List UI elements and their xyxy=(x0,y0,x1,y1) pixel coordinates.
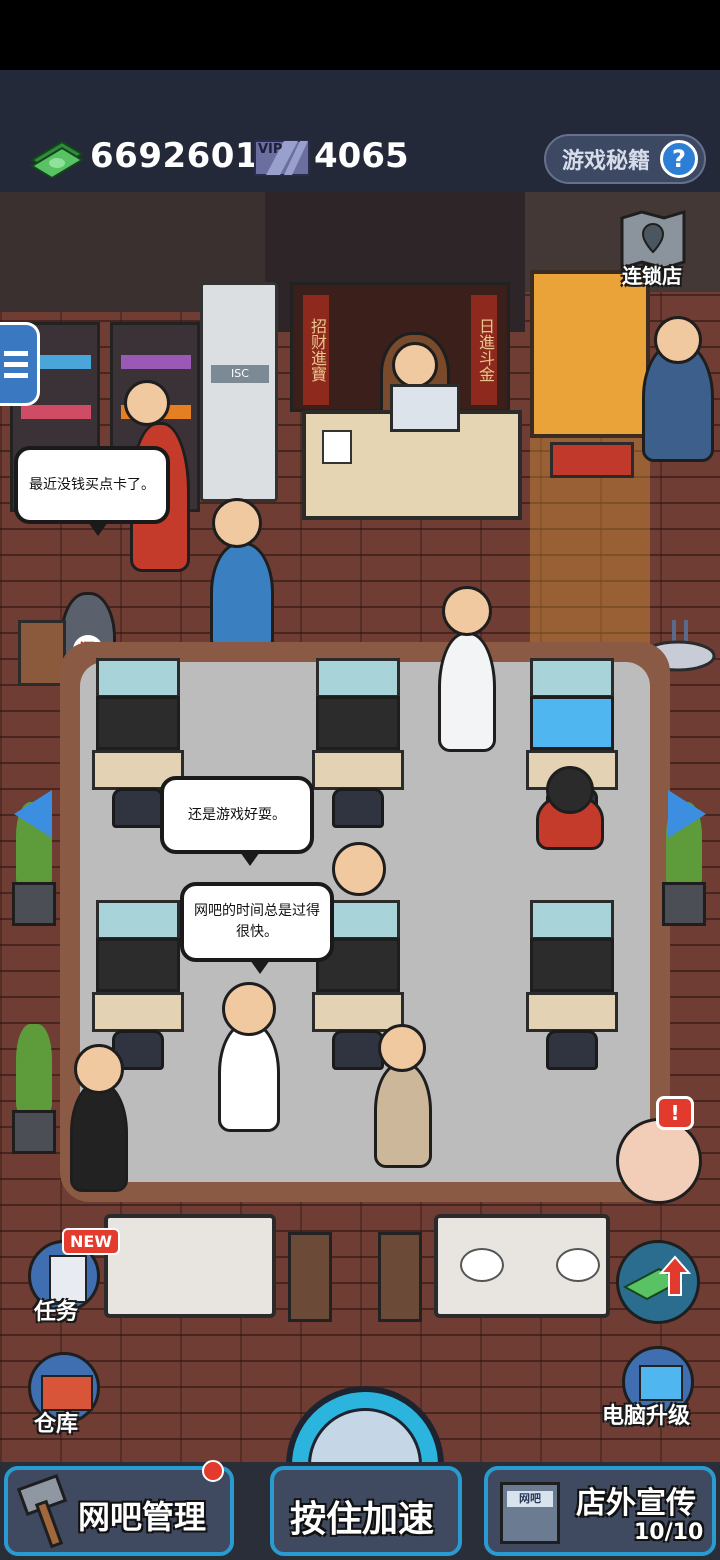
hammer-icon xyxy=(16,1474,68,1549)
pc-station[interactable] xyxy=(92,900,184,1070)
menu-icon xyxy=(4,351,28,378)
jersey-customer[interactable] xyxy=(70,1082,128,1192)
internet-cafe-scene: ISC 招财進寶 日進斗金 连锁店 最近没钱买点卡了。 还是游戏好耍。 网吧的时… xyxy=(0,192,720,1492)
front-counter[interactable] xyxy=(302,384,522,520)
right-arrow-icon[interactable] xyxy=(668,790,706,838)
dining-table[interactable] xyxy=(104,1214,276,1318)
outdoor-promotion-button[interactable]: 网吧 店外宣传 10/10 xyxy=(484,1466,716,1556)
sword-customer[interactable] xyxy=(218,1022,280,1132)
dining-table[interactable] xyxy=(434,1214,610,1318)
counter-monitor xyxy=(390,384,460,432)
qr-code-stand xyxy=(322,430,352,464)
shrine-couplet-right: 日進斗金 xyxy=(471,295,497,405)
cafe-staff[interactable] xyxy=(210,542,274,652)
chain-store-label: 连锁店 xyxy=(622,264,682,288)
pc-station[interactable] xyxy=(526,900,618,1070)
speech-bubble: 网吧的时间总是过得很快。 xyxy=(180,882,334,974)
swordsman-customer[interactable] xyxy=(374,1062,432,1168)
vip-points-value: 4065 xyxy=(314,136,409,176)
doctor-head xyxy=(442,586,492,636)
cash-icon xyxy=(30,140,84,178)
entrance-mat xyxy=(550,442,634,478)
gamer-head xyxy=(546,766,594,814)
kiosk xyxy=(18,620,66,686)
vip-label: VIP xyxy=(258,142,283,157)
air-conditioner: ISC xyxy=(200,282,278,502)
plant-decoration xyxy=(10,1024,58,1154)
warehouse-label: 仓库 xyxy=(34,1412,79,1437)
customer-head-glasses xyxy=(332,842,386,896)
swordsman-head xyxy=(378,1024,426,1072)
pc-upgrade-button[interactable]: 电脑升级 xyxy=(600,1342,716,1442)
cash-up-icon xyxy=(622,1255,692,1301)
new-badge: NEW xyxy=(62,1228,120,1255)
customer-head xyxy=(124,380,170,426)
status-bar xyxy=(0,0,720,70)
cafe-management-label: 网吧管理 xyxy=(78,1498,207,1536)
chain-store-button[interactable]: 连锁店 xyxy=(618,209,696,288)
promotion-count: 10/10 xyxy=(634,1520,704,1545)
ac-panel: ISC xyxy=(211,365,269,383)
doctor-customer[interactable] xyxy=(438,632,496,752)
entrance-door xyxy=(530,270,650,438)
guard-head xyxy=(654,316,702,364)
menu-button[interactable] xyxy=(0,322,40,406)
notification-dot xyxy=(202,1460,224,1482)
alert-icon: ! xyxy=(656,1096,694,1130)
alert-character-button[interactable] xyxy=(616,1118,702,1204)
tasks-button[interactable]: NEW 任务 xyxy=(20,1228,120,1328)
money-value: 6692601 xyxy=(90,136,260,176)
speech-bubble: 最近没钱买点卡了。 xyxy=(14,446,170,536)
sword-customer-head xyxy=(222,982,276,1036)
cafe-management-button[interactable]: 网吧管理 xyxy=(4,1466,234,1556)
income-boost-button[interactable] xyxy=(616,1240,700,1324)
jersey-head xyxy=(74,1044,124,1094)
pc-station[interactable] xyxy=(312,658,404,828)
game-secrets-label: 游戏秘籍 xyxy=(562,149,651,174)
tasks-label: 任务 xyxy=(34,1300,79,1325)
dining-chair xyxy=(378,1232,422,1322)
receptionist-head xyxy=(392,342,438,388)
hold-to-speed-button[interactable]: 按住加速 xyxy=(270,1466,462,1556)
left-arrow-icon[interactable] xyxy=(14,790,52,838)
speech-bubble: 还是游戏好耍。 xyxy=(160,776,314,866)
staff-head xyxy=(212,498,262,548)
pc-upgrade-label: 电脑升级 xyxy=(602,1404,691,1429)
dining-chair xyxy=(288,1232,332,1322)
question-icon: ? xyxy=(660,140,698,178)
shop-front-icon: 网吧 xyxy=(500,1482,560,1544)
warehouse-button[interactable]: 仓库 xyxy=(20,1346,110,1440)
shop-sign: 网吧 xyxy=(507,1491,553,1507)
shrine-couplet-left: 招财進寶 xyxy=(303,295,329,405)
game-secrets-button[interactable]: 游戏秘籍 ? xyxy=(544,134,706,184)
hold-to-speed-label: 按住加速 xyxy=(290,1499,435,1540)
outdoor-promotion-label: 店外宣传 xyxy=(576,1486,696,1521)
